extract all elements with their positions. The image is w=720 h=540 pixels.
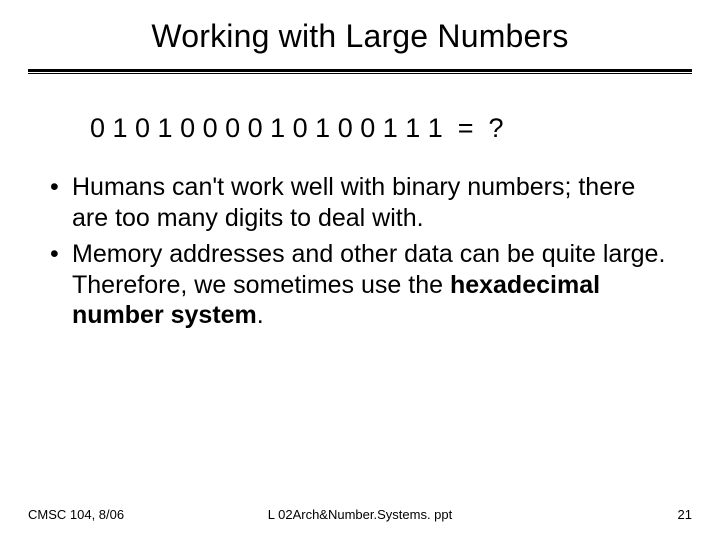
footer-right: 21 [678, 507, 692, 522]
slide-title: Working with Large Numbers [28, 18, 692, 55]
footer-center: L 02Arch&Number.Systems. ppt [268, 507, 453, 522]
bullet-list: Humans can't work well with binary numbe… [28, 172, 692, 331]
footer-left: CMSC 104, 8/06 [28, 507, 124, 522]
slide: Working with Large Numbers 0 1 0 1 0 0 0… [0, 0, 720, 540]
bullet-item: Memory addresses and other data can be q… [50, 239, 678, 331]
bullet-text: Humans can't work well with binary numbe… [72, 173, 635, 232]
bullet-item: Humans can't work well with binary numbe… [50, 172, 678, 233]
bullet-text-post: . [257, 301, 264, 329]
title-rule [28, 69, 692, 75]
binary-expression: 0 1 0 1 0 0 0 0 1 0 1 0 0 1 1 1 = ? [90, 113, 692, 144]
slide-footer: CMSC 104, 8/06 L 02Arch&Number.Systems. … [0, 507, 720, 522]
